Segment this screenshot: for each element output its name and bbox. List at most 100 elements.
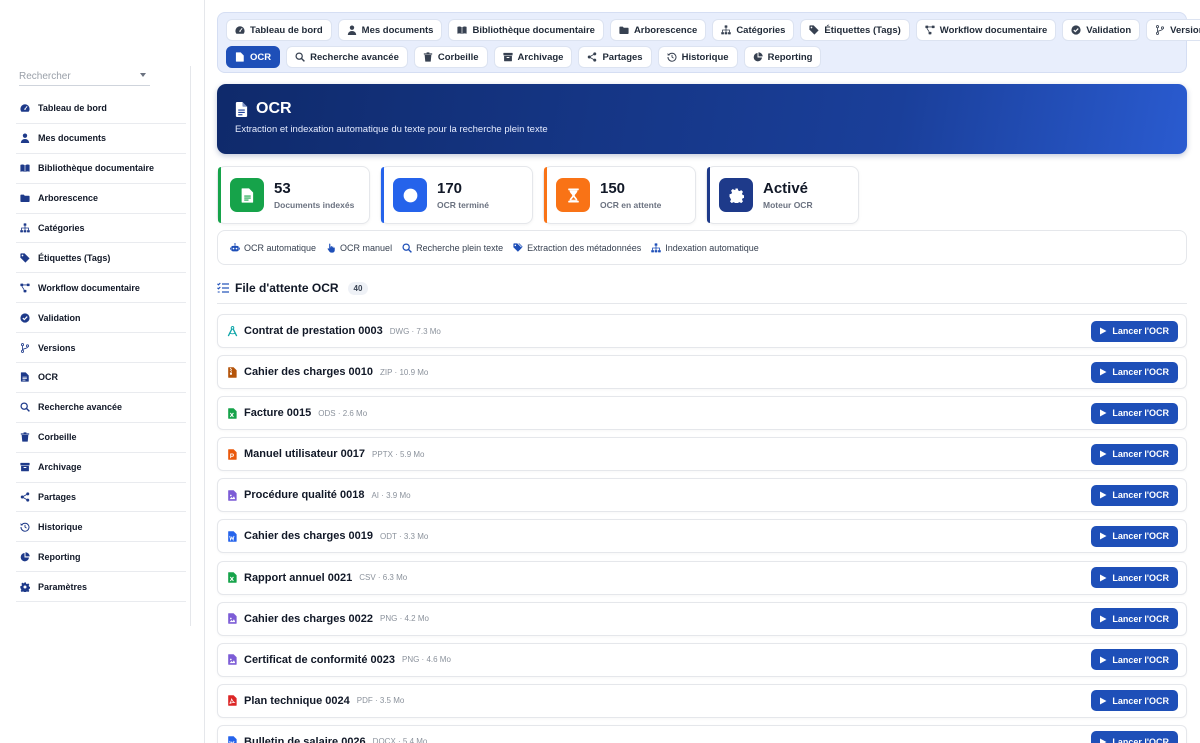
tab-workflow-documentaire[interactable]: Workflow documentaire: [915, 19, 1057, 41]
file-text-icon: [235, 101, 248, 117]
sidebar-item-label: Versions: [38, 342, 76, 353]
sidebar-item-ocr[interactable]: OCR: [16, 363, 186, 393]
sidebar-item-corbeille[interactable]: Corbeille: [16, 423, 186, 453]
document-name: Manuel utilisateur 0017: [244, 448, 366, 461]
sidebar-item-tableau-de-bord[interactable]: Tableau de bord: [16, 94, 186, 124]
branch-icon: [1155, 25, 1165, 35]
stat-value: 150: [600, 180, 626, 197]
stats-cards: 53 Documents indexés 170 OCR terminé 150 OCR …: [217, 166, 1187, 224]
queue-row: Manuel utilisateur 0017 PPTX · 5.9 Mo Lanc…: [217, 437, 1187, 472]
sitemap-icon: [721, 25, 732, 35]
tab-reporting[interactable]: Reporting: [743, 46, 822, 68]
book-icon: [20, 163, 30, 173]
document-name: Cahier des charges 0010: [244, 366, 374, 379]
sidebar-item-label: Tableau de bord: [38, 103, 107, 114]
queue-row: Procédure qualité 0018 AI · 3.9 Mo Lancer …: [217, 478, 1187, 513]
sidebar-item-historique[interactable]: Historique: [16, 512, 186, 543]
tag-icon: [20, 253, 30, 263]
document-name: Certificat de conformité 0023: [244, 653, 395, 666]
play-icon: [1099, 532, 1112, 540]
document-name: Bulletin de salaire 0026: [244, 735, 366, 743]
launch-ocr-button[interactable]: Lancer l'OCR: [1091, 608, 1178, 630]
queue-count-badge: 40: [347, 281, 369, 295]
sidebar-item-partages[interactable]: Partages: [16, 483, 186, 513]
tab-recherche-avancee[interactable]: Recherche avancée: [286, 46, 408, 68]
feature-list: OCR automatique OCR manuel Recherche plein…: [217, 230, 1187, 265]
play-icon: [1099, 327, 1112, 335]
sidebar-item-label: Arborescence: [38, 193, 99, 204]
document-name: Cahier des charges 0022: [244, 612, 374, 625]
launch-ocr-button[interactable]: Lancer l'OCR: [1091, 402, 1178, 424]
file-text-icon: [235, 52, 245, 62]
sidebar-item-label: Recherche avancée: [38, 402, 123, 413]
sidebar-item-archivage[interactable]: Archivage: [16, 453, 186, 483]
queue-header: File d'attente OCR 40: [217, 281, 1187, 304]
document-meta: PNG · 4.6 Mo: [402, 655, 451, 665]
tab-validation[interactable]: Validation: [1062, 19, 1141, 41]
tab-arborescence[interactable]: Arborescence: [609, 19, 707, 41]
tab-tableau-de-bord[interactable]: Tableau de bord: [226, 19, 332, 41]
sidebar-item-parametres[interactable]: Paramètres: [16, 572, 186, 603]
feature-label: OCR automatique: [244, 242, 317, 253]
tab-versions[interactable]: Versions: [1146, 19, 1200, 41]
tab-corbeille[interactable]: Corbeille: [413, 46, 488, 68]
file-image-icon: [227, 490, 238, 501]
tab-historique[interactable]: Historique: [657, 46, 738, 68]
stat-card-ocr-termine: 170 OCR terminé: [380, 166, 533, 224]
launch-ocr-button[interactable]: Lancer l'OCR: [1091, 690, 1178, 712]
launch-ocr-label: Lancer l'OCR: [1112, 613, 1169, 624]
tab-etiquettes-tags[interactable]: Étiquettes (Tags): [800, 19, 910, 41]
sidebar-item-workflow-documentaire[interactable]: Workflow documentaire: [16, 273, 186, 304]
sidebar-item-validation[interactable]: Validation: [16, 303, 186, 334]
sidebar-item-arborescence[interactable]: Arborescence: [16, 184, 186, 214]
launch-ocr-button[interactable]: Lancer l'OCR: [1091, 649, 1178, 671]
feature-label: Indexation automatique: [665, 242, 759, 253]
launch-ocr-button[interactable]: Lancer l'OCR: [1091, 525, 1178, 547]
sidebar-item-mes-documents[interactable]: Mes documents: [16, 124, 186, 154]
sidebar-item-etiquettes-tags[interactable]: Étiquettes (Tags): [16, 243, 186, 274]
document-meta: ODT · 3.3 Mo: [380, 531, 429, 541]
sidebar-item-recherche-avancee[interactable]: Recherche avancée: [16, 393, 186, 423]
play-icon: [1099, 574, 1112, 582]
document-meta: PDF · 3.5 Mo: [356, 696, 405, 706]
tab-archivage[interactable]: Archivage: [493, 46, 573, 68]
launch-ocr-button[interactable]: Lancer l'OCR: [1091, 361, 1178, 383]
sidebar-item-label: Reporting: [38, 551, 81, 562]
sidebar-panel: Rechercher Tableau de bord Mes documents B…: [16, 66, 191, 626]
sidebar-item-label: Bibliothèque documentaire: [38, 163, 155, 174]
launch-ocr-button[interactable]: Lancer l'OCR: [1091, 567, 1178, 589]
play-icon: [1099, 615, 1112, 623]
tab-row-2: OCR Recherche avancée Corbeille Archivage Pa…: [226, 46, 1178, 68]
sidebar-item-versions[interactable]: Versions: [16, 333, 186, 364]
main-content: Tableau de bord Mes documents Bibliothèque…: [217, 12, 1200, 743]
launch-ocr-button[interactable]: Lancer l'OCR: [1091, 731, 1178, 743]
launch-ocr-button[interactable]: Lancer l'OCR: [1091, 443, 1178, 465]
document-name: Cahier des charges 0019: [244, 530, 374, 543]
tab-label: Archivage: [517, 51, 564, 63]
tab-partages[interactable]: Partages: [578, 46, 652, 68]
queue-row: Contrat de prestation 0003 DWG · 7.3 Mo La…: [217, 314, 1187, 348]
launch-ocr-button[interactable]: Lancer l'OCR: [1091, 484, 1178, 506]
tab-label: Étiquettes (Tags): [824, 24, 901, 36]
tab-bibliotheque-documentaire[interactable]: Bibliothèque documentaire: [448, 19, 604, 41]
queue-row: Bulletin de salaire 0026 DOCX · 5.4 Mo Lan…: [217, 724, 1187, 743]
launch-ocr-button[interactable]: Lancer l'OCR: [1091, 320, 1178, 342]
sidebar-item-label: Archivage: [38, 462, 82, 473]
dashboard-icon: [20, 103, 30, 113]
tab-mes-documents[interactable]: Mes documents: [337, 19, 443, 41]
sidebar-search-select[interactable]: Rechercher: [19, 66, 150, 86]
check-circle-icon: [393, 178, 427, 212]
share-icon: [587, 52, 597, 62]
tab-ocr[interactable]: OCR: [226, 46, 281, 68]
sidebar-item-categories[interactable]: Catégories: [16, 214, 186, 244]
queue-title: File d'attente OCR: [235, 281, 339, 295]
document-meta: CSV · 6.3 Mo: [359, 573, 408, 583]
folder-icon: [20, 193, 30, 203]
sidebar-item-bibliotheque-documentaire[interactable]: Bibliothèque documentaire: [16, 154, 186, 184]
launch-ocr-label: Lancer l'OCR: [1112, 654, 1169, 665]
history-icon: [667, 52, 677, 62]
sidebar-item-reporting[interactable]: Reporting: [16, 542, 186, 573]
document-name: Rapport annuel 0021: [244, 571, 353, 584]
tab-categories[interactable]: Catégories: [712, 19, 795, 41]
play-icon: [1099, 697, 1112, 705]
